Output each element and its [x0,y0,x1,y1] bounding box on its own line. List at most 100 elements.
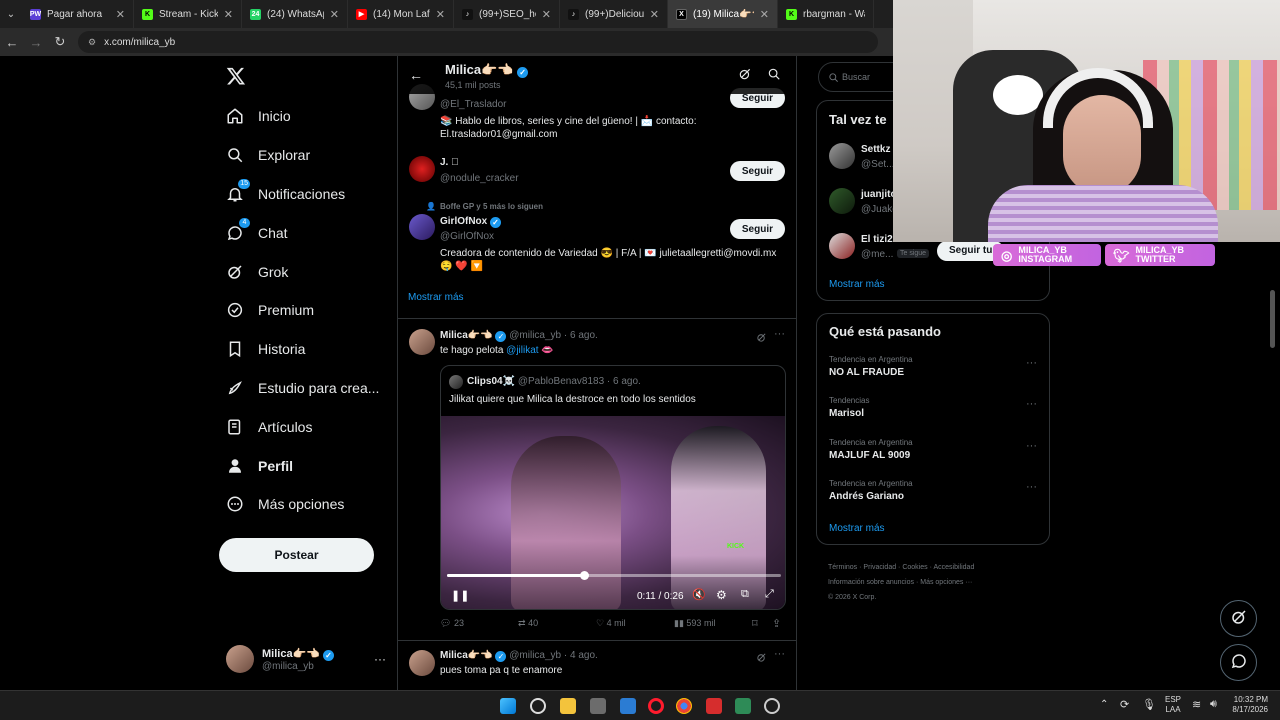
avatar[interactable] [409,650,435,676]
trend-item[interactable]: Tendencia en Argentina MAJLUF AL 9009 ··… [829,438,1037,461]
clock[interactable]: 10:32 PM 8/17/2026 [1226,695,1268,715]
nav-item-historia[interactable]: Historia [218,330,396,369]
footer-link[interactable]: Más opciones ··· [920,579,972,586]
footer-link[interactable]: Información sobre anuncios [828,579,914,586]
follow-button[interactable]: Seguir [729,219,785,239]
page-scrollbar[interactable] [1270,290,1275,348]
mail-icon[interactable] [620,698,636,714]
more-dots-icon[interactable]: ··· [774,328,785,340]
close-tab-icon[interactable]: ✕ [224,8,233,21]
close-tab-icon[interactable]: ✕ [116,8,125,21]
close-tab-icon[interactable]: ✕ [542,8,551,21]
show-more-link[interactable]: Mostrar más [829,279,885,290]
opera-icon[interactable] [648,698,664,714]
post-date[interactable]: · 4 ago. [564,650,598,661]
pip-icon[interactable]: ⧉ [741,588,749,601]
browser-tab[interactable]: ♪ (99+)SEO_homep ✕ [454,0,560,28]
messages-float-button[interactable] [1220,644,1257,681]
forward-arrow-icon[interactable]: → [24,35,48,50]
avatar[interactable] [829,188,855,214]
browser-tab[interactable]: ▶ (14) Mon Laferte ✕ [348,0,454,28]
post-button[interactable]: Postear [219,538,374,572]
avatar[interactable] [409,214,435,240]
show-more-link[interactable]: Mostrar más [408,292,464,303]
more-dots-icon[interactable]: ··· [1026,398,1037,410]
search-icon[interactable] [767,67,781,84]
back-arrow-icon[interactable]: ← [409,67,423,83]
trend-item[interactable]: Tendencia en Argentina NO AL FRAUDE ··· [829,355,1037,378]
account-switcher[interactable]: Milica👉🏻👈🏻 ✓ @milica_yb ··· [226,642,386,676]
show-more-link[interactable]: Mostrar más [829,523,885,534]
pause-icon[interactable]: ❚❚ [451,589,469,602]
post-handle[interactable]: @milica_yb [509,330,561,341]
footer-link[interactable]: Accesibilidad [933,564,974,571]
windows-start-icon[interactable] [500,698,516,714]
nav-item-chat[interactable]: 4 Chat [218,213,396,252]
views-button[interactable]: ▮▮ 593 mil [674,618,715,629]
grok-icon[interactable] [738,67,752,84]
nav-item-explorar[interactable]: Explorar [218,136,396,175]
chrome-icon[interactable] [676,698,692,714]
video-progress-handle[interactable] [579,571,589,580]
nav-item-perfil[interactable]: Perfil [218,446,396,485]
close-tab-icon[interactable]: ✕ [650,8,659,21]
bookmark-icon[interactable]: ⌑ [752,617,758,630]
footer-link[interactable]: Privacidad [863,564,896,571]
trend-item[interactable]: Tendencia en Argentina Andrés Gariano ··… [829,479,1037,502]
more-dots-icon[interactable]: ··· [1026,357,1037,369]
nav-item-estudio[interactable]: Estudio para crea... [218,369,396,408]
file-explorer-icon[interactable] [560,698,576,714]
more-dots-icon[interactable]: ··· [774,648,785,660]
footer-link[interactable]: Cookies [902,564,927,571]
language-indicator[interactable]: ESP LAA [1165,695,1181,715]
tab-list-chevron-icon[interactable]: ⌄ [0,9,22,20]
app-icon[interactable] [764,698,780,714]
browser-tab[interactable]: ♪ (99+)Deliciously ✕ [560,0,668,28]
nav-item-notificaciones[interactable]: 15 Notificaciones [218,175,396,214]
reply-button[interactable]: 💬︎ 23 [440,618,464,629]
browser-tab[interactable]: PW Pagar ahora ✕ [22,0,134,28]
site-info-icon[interactable]: ⚙ [88,37,96,48]
app-icon[interactable] [706,698,722,714]
browser-tab-active[interactable]: X (19) Milica👉🏻👈🏻 ✕ [668,0,778,28]
app-icon[interactable] [735,698,751,714]
post-author[interactable]: Milica👉🏻👈🏻 [440,650,493,661]
avatar[interactable] [409,329,435,355]
footer-link[interactable]: Términos [828,564,857,571]
browser-tab[interactable]: K rbargman - Watc [778,0,874,28]
settings-icon[interactable]: ⚙ [716,588,727,602]
nav-item-premium[interactable]: Premium [218,291,396,330]
grok-icon[interactable] [756,651,767,666]
close-tab-icon[interactable]: ✕ [436,8,445,21]
avatar[interactable] [409,156,435,182]
search-icon[interactable] [530,698,546,714]
reload-icon[interactable]: ↻ [48,34,72,50]
x-logo-icon[interactable] [226,66,246,86]
mute-icon[interactable]: 🔇 [692,588,706,601]
nav-item-inicio[interactable]: Inicio [218,97,396,136]
chevron-up-icon[interactable]: ⌃ [1100,699,1108,710]
post-handle[interactable]: @milica_yb [509,650,561,661]
post-date[interactable]: · 6 ago. [564,330,598,341]
close-tab-icon[interactable]: ✕ [760,8,769,21]
store-icon[interactable] [590,698,606,714]
more-dots-icon[interactable]: ··· [1026,481,1037,493]
microphone-icon[interactable]: 🎙︎ [1142,698,1156,711]
like-button[interactable]: ♡ 4 mil [596,618,626,629]
close-tab-icon[interactable]: ✕ [330,8,339,21]
sync-icon[interactable]: ⟳ [1120,698,1129,711]
fullscreen-icon[interactable]: ⤢ [765,588,774,601]
follow-button[interactable]: Seguir [729,161,785,181]
volume-icon[interactable]: 🔊︎ [1210,698,1217,711]
avatar[interactable] [829,143,855,169]
wifi-icon[interactable]: ≋ [1192,698,1201,711]
back-arrow-icon[interactable]: ← [0,35,24,50]
repost-button[interactable]: ⇄ 40 [518,618,538,629]
quoted-post[interactable]: Clips04☠️ @PabloBenav8183 · 6 ago. Jilik… [440,365,786,610]
avatar[interactable] [829,233,855,259]
trend-item[interactable]: Tendencias Marisol ··· [829,396,1037,419]
url-field[interactable]: ⚙ x.com/milica_yb [78,31,878,53]
post-mention[interactable]: @jilikat [506,345,538,356]
more-dots-icon[interactable]: ··· [374,652,386,666]
grok-icon[interactable] [756,331,767,346]
